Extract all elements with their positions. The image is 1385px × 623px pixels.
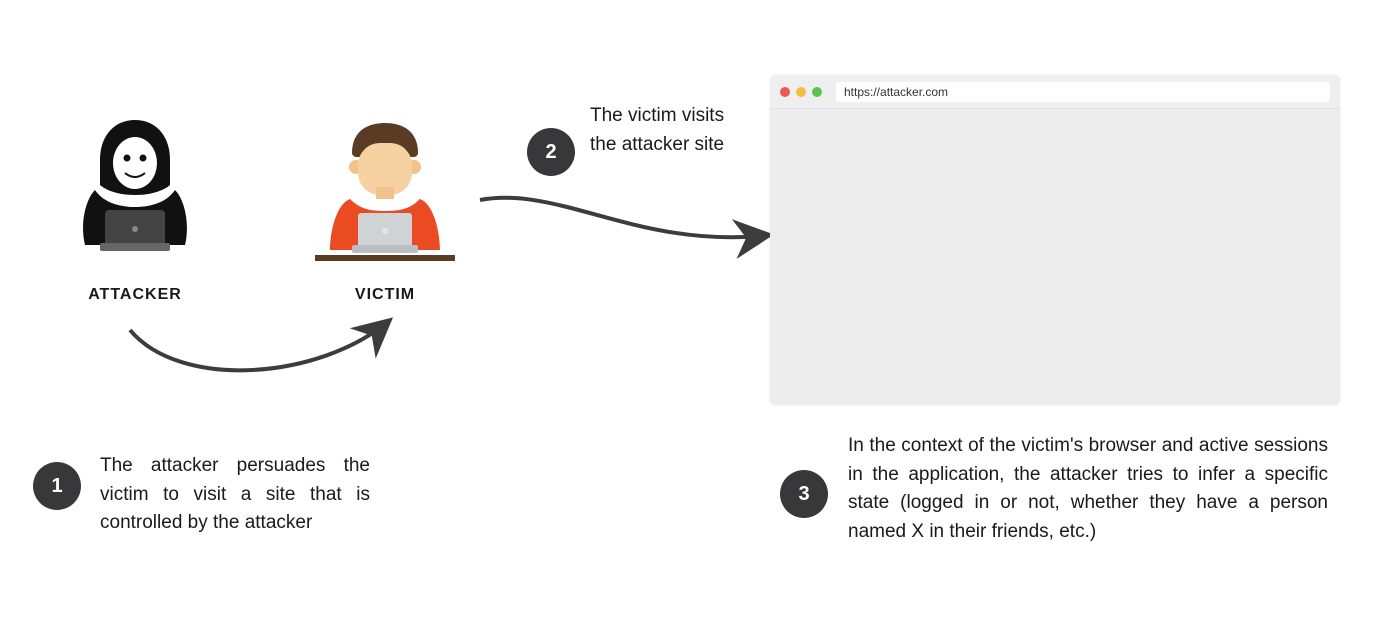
victim-label: VICTIM: [335, 286, 435, 304]
victim-icon: [310, 115, 460, 270]
step-2-text: The victim visits the attacker site: [590, 102, 750, 159]
browser-title-bar: https://attacker.com: [770, 75, 1340, 109]
step-1-badge: 1: [33, 462, 81, 510]
attacker-label: ATTACKER: [70, 286, 200, 304]
window-minimize-dot: [796, 87, 806, 97]
arrow-attacker-to-victim: [120, 310, 410, 390]
step-1-text: The attacker persuades the victim to vis…: [100, 452, 370, 538]
step-3-text: In the context of the victim's browser a…: [848, 432, 1328, 546]
browser-address-bar: https://attacker.com: [836, 82, 1330, 102]
step-3-badge: 3: [780, 470, 828, 518]
window-maximize-dot: [812, 87, 822, 97]
window-close-dot: [780, 87, 790, 97]
step-2-badge: 2: [527, 128, 575, 176]
attacker-icon: [65, 115, 205, 255]
browser-window: https://attacker.com: [770, 75, 1340, 405]
arrow-victim-to-browser: [470, 175, 780, 265]
